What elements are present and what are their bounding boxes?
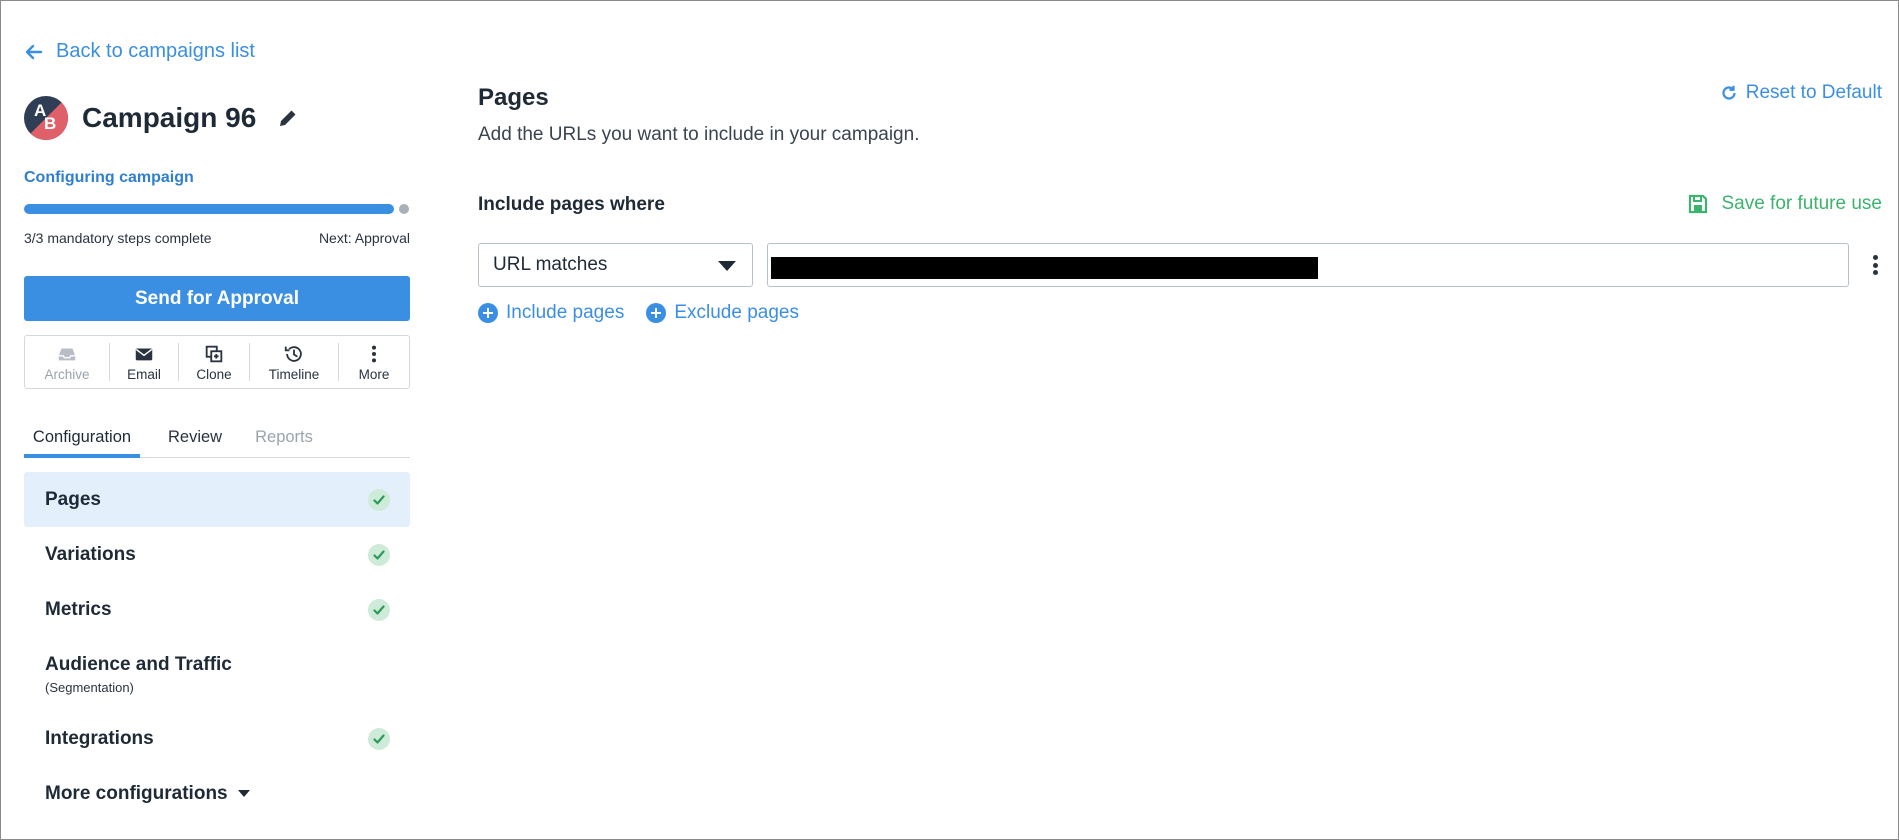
tab-review[interactable]: Review xyxy=(168,420,222,458)
url-rule-row: URL matches xyxy=(478,243,1882,287)
configuring-status: Configuring campaign xyxy=(24,169,194,186)
check-circle-icon xyxy=(368,599,390,621)
pages-panel: Pages Add the URLs you want to include i… xyxy=(478,0,1882,840)
tab-reports: Reports xyxy=(255,428,313,446)
rule-menu-icon[interactable] xyxy=(1868,251,1882,279)
more-configurations-label: More configurations xyxy=(45,782,228,804)
nav-item-sublabel: (Segmentation) xyxy=(45,679,134,695)
menu-dot xyxy=(1872,270,1878,275)
more-vertical-icon xyxy=(371,345,377,362)
url-input[interactable] xyxy=(767,243,1849,287)
plus-circle-icon xyxy=(646,303,667,323)
exclude-pages-button[interactable]: Exclude pages xyxy=(646,302,799,324)
nav-item-label: Metrics xyxy=(45,598,112,620)
next-step-text: Next: Approval xyxy=(318,230,410,246)
nav-item-label: Variations xyxy=(45,543,136,565)
progress-end-dot xyxy=(399,204,409,214)
email-label: Email xyxy=(127,366,161,382)
page-title: Pages xyxy=(478,84,549,111)
save-icon xyxy=(1689,194,1708,214)
nav-item-integrations[interactable]: Integrations xyxy=(24,711,410,766)
clone-label: Clone xyxy=(196,366,232,382)
redacted-url-value xyxy=(771,257,1318,279)
save-label: Save for future use xyxy=(1721,193,1882,214)
match-type-value: URL matches xyxy=(493,254,608,275)
nav-item-label: Pages xyxy=(45,488,101,510)
progress-fill xyxy=(24,204,394,214)
nav-item-label: Integrations xyxy=(45,727,154,749)
send-for-approval-button[interactable]: Send for Approval xyxy=(24,276,410,321)
back-link-label: Back to campaigns list xyxy=(56,40,255,62)
progress-bar xyxy=(24,204,409,214)
arrow-left-icon xyxy=(25,44,43,59)
nav-item-metrics[interactable]: Metrics xyxy=(24,582,410,637)
archive-label: Archive xyxy=(44,366,90,382)
pencil-icon[interactable] xyxy=(276,106,300,130)
reset-icon xyxy=(1722,85,1736,100)
match-type-select[interactable]: URL matches xyxy=(478,243,753,287)
clone-icon xyxy=(205,345,223,362)
include-pages-label: Include pages xyxy=(506,302,625,323)
email-icon xyxy=(135,348,153,360)
check-circle-icon xyxy=(368,489,390,511)
clone-button[interactable]: Clone xyxy=(179,336,249,388)
nav-item-label: Audience and Traffic xyxy=(45,653,232,675)
caret-down-icon xyxy=(237,790,250,797)
avatar-letter-b: B xyxy=(44,114,57,133)
include-pages-button[interactable]: Include pages xyxy=(478,302,624,324)
back-to-campaigns-link[interactable]: Back to campaigns list xyxy=(24,40,255,63)
timeline-button[interactable]: Timeline xyxy=(250,336,338,388)
nav-item-variations[interactable]: Variations xyxy=(24,527,410,582)
check-circle-icon xyxy=(368,544,390,566)
menu-dot xyxy=(1872,255,1878,260)
steps-complete-text: 3/3 mandatory steps complete xyxy=(24,230,212,246)
sidebar-tabs: Configuration Review Reports xyxy=(24,420,410,458)
action-toolbar: Archive Email Clone Timeline More xyxy=(24,335,410,389)
archive-button[interactable]: Archive xyxy=(25,336,109,388)
caret-down-icon xyxy=(718,261,736,271)
campaign-title: Campaign 96 xyxy=(82,102,257,133)
exclude-pages-label: Exclude pages xyxy=(674,302,799,323)
tab-configuration[interactable]: Configuration xyxy=(24,420,140,458)
campaign-avatar: A B xyxy=(24,96,68,140)
more-actions-button[interactable]: More xyxy=(339,336,409,388)
reset-label: Reset to Default xyxy=(1745,82,1882,103)
timeline-label: Timeline xyxy=(268,366,320,382)
add-rule-links: Include pages Exclude pages xyxy=(478,302,799,324)
nav-item-pages[interactable]: Pages xyxy=(24,472,410,527)
menu-dot xyxy=(1872,262,1878,268)
page-description: Add the URLs you want to include in your… xyxy=(478,124,920,145)
include-pages-where-label: Include pages where xyxy=(478,194,665,215)
save-for-future-use-link[interactable]: Save for future use xyxy=(1687,193,1882,215)
archive-icon xyxy=(58,348,76,360)
check-circle-icon xyxy=(368,728,390,750)
config-nav: Pages Variations Metrics Audience and Tr… xyxy=(24,472,410,821)
plus-circle-icon xyxy=(478,303,498,323)
email-button[interactable]: Email xyxy=(110,336,178,388)
more-label: More xyxy=(358,366,390,382)
reset-to-default-link[interactable]: Reset to Default xyxy=(1720,82,1882,104)
campaign-header: A B Campaign 96 xyxy=(24,96,300,140)
more-configurations-toggle[interactable]: More configurations xyxy=(24,766,410,821)
nav-item-audience[interactable]: Audience and Traffic (Segmentation) xyxy=(24,637,410,711)
timeline-icon xyxy=(284,345,302,362)
